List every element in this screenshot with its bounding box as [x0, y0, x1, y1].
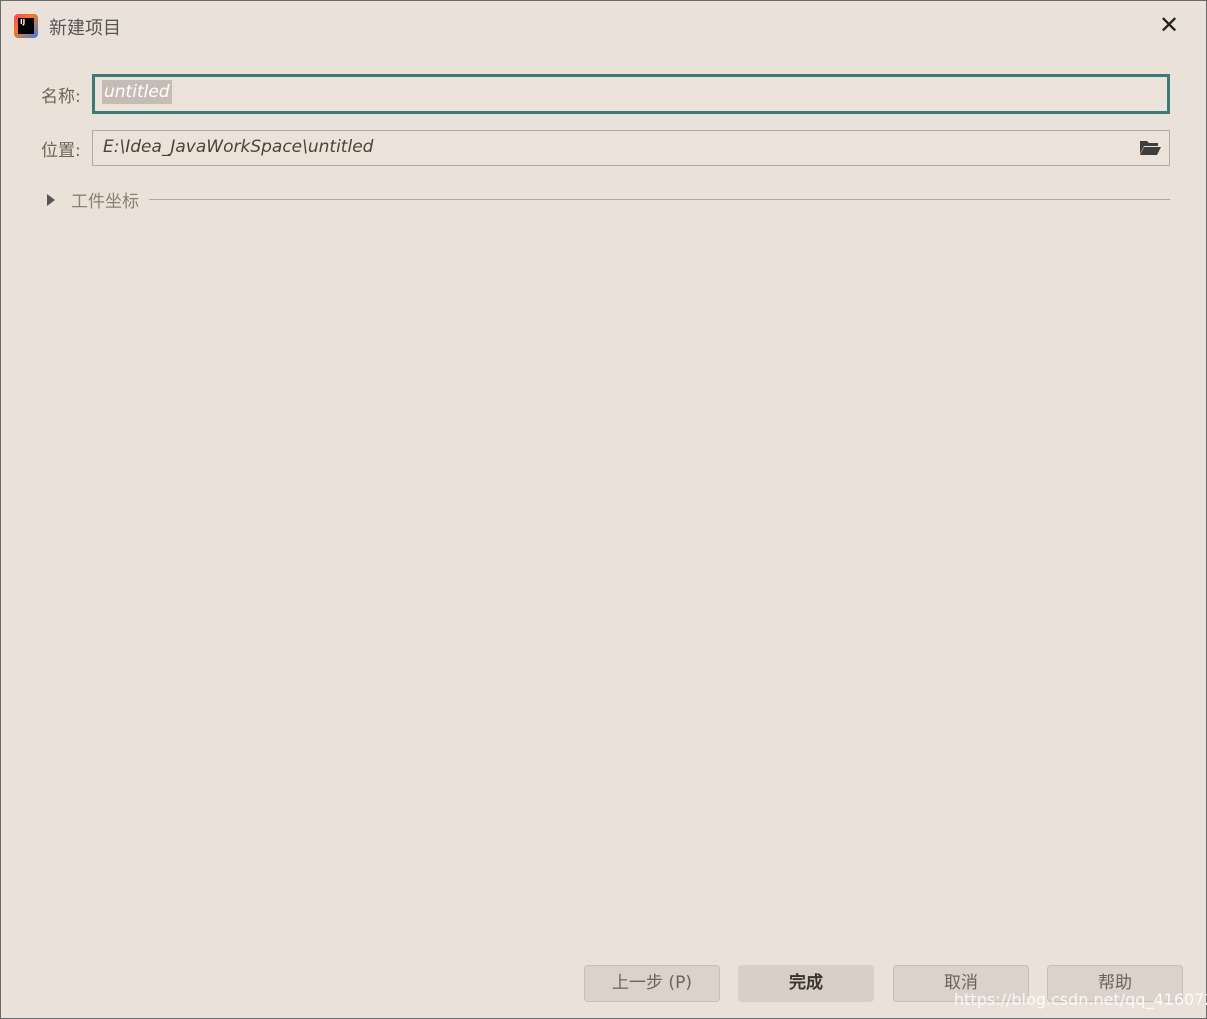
- location-label: 位置:: [41, 136, 81, 161]
- name-value: untitled: [102, 80, 172, 104]
- finish-button[interactable]: 完成: [738, 965, 874, 1002]
- intellij-logo-icon: IJ: [14, 14, 38, 38]
- watermark: https://blog.csdn.net/qq_41607217: [954, 990, 1207, 1009]
- dialog-title: 新建项目: [49, 14, 121, 40]
- name-label: 名称:: [41, 82, 81, 107]
- artifact-coordinates-toggle[interactable]: 工件坐标: [47, 187, 139, 212]
- previous-button[interactable]: 上一步 (P): [584, 965, 720, 1002]
- location-input[interactable]: E:\Idea_JavaWorkSpace\untitled: [92, 130, 1170, 166]
- section-label: 工件坐标: [71, 187, 139, 212]
- close-icon[interactable]: ✕: [1159, 11, 1179, 39]
- expand-triangle-icon: [47, 194, 55, 206]
- name-input[interactable]: untitled: [92, 74, 1170, 114]
- section-divider: [149, 199, 1170, 200]
- folder-open-icon[interactable]: [1139, 138, 1161, 156]
- location-value: E:\Idea_JavaWorkSpace\untitled: [103, 137, 373, 157]
